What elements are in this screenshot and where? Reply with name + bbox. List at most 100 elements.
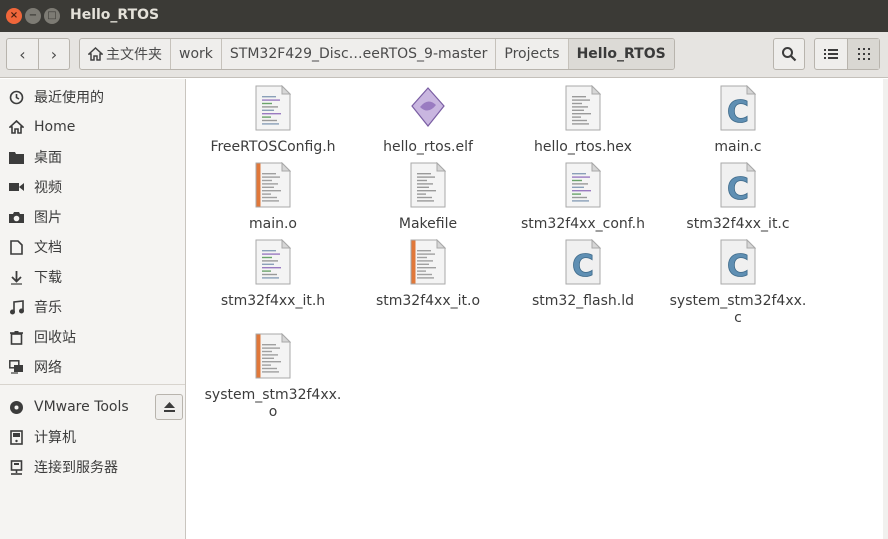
camera-icon bbox=[8, 209, 24, 225]
window-maximize-button[interactable]: □ bbox=[44, 8, 60, 24]
sidebar-item-label: 音乐 bbox=[34, 300, 62, 316]
file-name-label: Makefile bbox=[398, 216, 458, 232]
file-item[interactable]: Csystem_stm32f4xx. c bbox=[663, 239, 813, 335]
file-name-label: hello_rtos.elf bbox=[383, 139, 473, 155]
header-file-icon bbox=[565, 162, 601, 208]
sidebar-item-label: 最近使用的 bbox=[34, 90, 104, 106]
document-icon bbox=[8, 239, 24, 255]
sidebar-item-network[interactable]: 网络 bbox=[0, 353, 185, 381]
grid-view-icon bbox=[857, 48, 870, 60]
folder-icon bbox=[8, 149, 24, 165]
header-file-icon bbox=[255, 239, 291, 285]
breadcrumb-projects[interactable]: Projects bbox=[495, 39, 567, 69]
file-name-label: stm32f4xx_it.c bbox=[686, 216, 790, 232]
back-button[interactable]: ‹ bbox=[7, 39, 38, 69]
sidebar-item-label: VMware Tools bbox=[34, 399, 129, 415]
eject-button[interactable] bbox=[155, 394, 183, 420]
sidebar-item-downloads[interactable]: 下载 bbox=[0, 263, 185, 291]
c-source-icon: C bbox=[565, 239, 601, 285]
sidebar-item-label: 视频 bbox=[34, 180, 62, 196]
sidebar-item-label: 下载 bbox=[34, 270, 62, 286]
file-grid: FreeRTOSConfig.h hello_rtos.elf hello_rtos… bbox=[190, 79, 888, 539]
breadcrumb-hello-rtos[interactable]: Hello_RTOS bbox=[567, 39, 674, 69]
sidebar-item-videos[interactable]: 视频 bbox=[0, 173, 185, 201]
breadcrumb-stm32-folder[interactable]: STM32F429_Disc…eeRTOS_9-master bbox=[220, 39, 496, 69]
sidebar-item-label: 回收站 bbox=[34, 330, 76, 346]
sidebar-item-label: 桌面 bbox=[34, 150, 62, 166]
window-close-button[interactable]: × bbox=[6, 8, 22, 24]
c-source-icon: C bbox=[720, 162, 756, 208]
file-name-label: system_stm32f4xx. o bbox=[204, 387, 342, 420]
scrollbar[interactable] bbox=[883, 79, 888, 539]
executable-file-icon bbox=[411, 87, 445, 127]
clock-icon bbox=[8, 89, 24, 105]
c-source-icon: C bbox=[720, 85, 756, 131]
breadcrumb-home[interactable]: 主文件夹 bbox=[80, 39, 170, 69]
sidebar-divider bbox=[0, 384, 185, 385]
file-name-label: main.o bbox=[249, 216, 297, 232]
sidebar-item-label: 计算机 bbox=[34, 430, 76, 446]
list-view-icon bbox=[824, 49, 838, 59]
sidebar-item-label: Home bbox=[34, 119, 76, 135]
header-file-icon bbox=[255, 85, 291, 131]
network-icon bbox=[8, 359, 24, 375]
object-file-icon bbox=[255, 333, 291, 379]
svg-text:C: C bbox=[572, 249, 594, 284]
grid-view-button[interactable] bbox=[847, 39, 879, 69]
music-icon bbox=[8, 299, 24, 315]
sidebar-item-trash[interactable]: 回收站 bbox=[0, 323, 185, 351]
sidebar-item-desktop[interactable]: 桌面 bbox=[0, 143, 185, 171]
sidebar-item-label: 图片 bbox=[34, 210, 62, 226]
download-icon bbox=[8, 269, 24, 285]
file-name-label: main.c bbox=[714, 139, 762, 155]
view-mode-buttons bbox=[814, 38, 880, 70]
server-icon bbox=[8, 459, 24, 475]
file-name-label: stm32f4xx_conf.h bbox=[520, 216, 645, 232]
svg-text:C: C bbox=[727, 249, 749, 284]
sidebar-item-home[interactable]: Home bbox=[0, 113, 185, 141]
breadcrumb-work[interactable]: work bbox=[170, 39, 221, 69]
file-name-label: stm32f4xx_it.h bbox=[220, 293, 326, 309]
computer-icon bbox=[8, 429, 24, 445]
eject-icon bbox=[163, 402, 175, 412]
file-name-label: stm32_flash.ld bbox=[531, 293, 635, 309]
sidebar-item-label: 网络 bbox=[34, 360, 62, 376]
svg-text:C: C bbox=[727, 95, 749, 130]
file-item[interactable]: system_stm32f4xx. o bbox=[198, 333, 348, 429]
title-bar: × − □ Hello_RTOS bbox=[0, 0, 888, 32]
file-name-label: stm32f4xx_it.o bbox=[375, 293, 481, 309]
sidebar-item-documents[interactable]: 文档 bbox=[0, 233, 185, 261]
c-source-icon: C bbox=[720, 239, 756, 285]
file-item[interactable]: stm32f4xx_it.o bbox=[353, 239, 503, 335]
sidebar-item-recent[interactable]: 最近使用的 bbox=[0, 83, 185, 111]
breadcrumb-label: 主文件夹 bbox=[106, 47, 162, 63]
file-name-label: hello_rtos.hex bbox=[534, 139, 632, 155]
text-file-icon bbox=[565, 85, 601, 131]
file-name-label: system_stm32f4xx. c bbox=[669, 293, 807, 326]
file-name-label: FreeRTOSConfig.h bbox=[210, 139, 336, 155]
window-title: Hello_RTOS bbox=[70, 7, 160, 23]
video-icon bbox=[8, 179, 24, 195]
search-button[interactable] bbox=[773, 38, 805, 70]
file-item[interactable]: Cstm32_flash.ld bbox=[508, 239, 658, 335]
breadcrumb: 主文件夹 work STM32F429_Disc…eeRTOS_9-master… bbox=[79, 38, 675, 70]
sidebar-item-label: 连接到服务器 bbox=[34, 460, 118, 476]
list-view-button[interactable] bbox=[815, 39, 847, 69]
forward-button[interactable]: › bbox=[38, 39, 69, 69]
sidebar-item-music[interactable]: 音乐 bbox=[0, 293, 185, 321]
object-file-icon bbox=[255, 162, 291, 208]
trash-icon bbox=[8, 329, 24, 345]
sidebar-item-computer[interactable]: 计算机 bbox=[0, 423, 185, 451]
svg-text:C: C bbox=[727, 172, 749, 207]
disc-icon bbox=[8, 399, 24, 415]
sidebar-item-connect-server[interactable]: 连接到服务器 bbox=[0, 453, 185, 481]
sidebar: 最近使用的 Home 桌面 视频 图片 文档 下载 音乐 回收站 网络 VMwa… bbox=[0, 79, 186, 539]
object-file-icon bbox=[410, 239, 446, 285]
sidebar-item-label: 文档 bbox=[34, 240, 62, 256]
file-item[interactable]: stm32f4xx_it.h bbox=[198, 239, 348, 335]
window-minimize-button[interactable]: − bbox=[25, 8, 41, 24]
text-file-icon bbox=[410, 162, 446, 208]
sidebar-item-pictures[interactable]: 图片 bbox=[0, 203, 185, 231]
home-icon bbox=[8, 119, 24, 135]
nav-buttons: ‹ › bbox=[6, 38, 70, 70]
